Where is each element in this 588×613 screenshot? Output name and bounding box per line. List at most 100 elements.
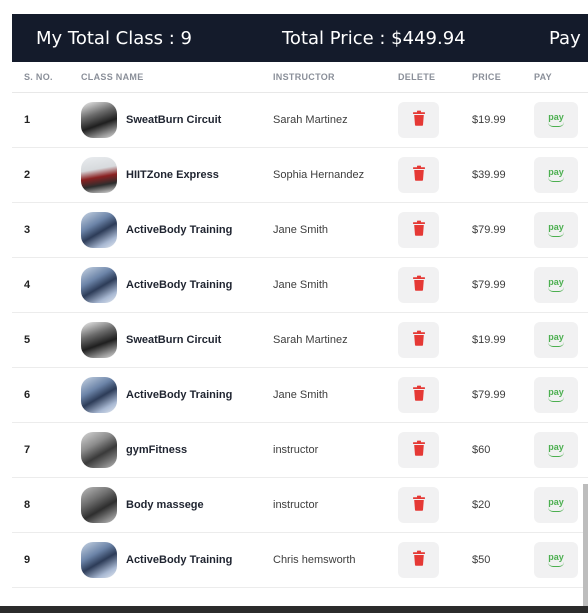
delete-button[interactable]: [398, 432, 439, 468]
trash-icon: [412, 550, 426, 571]
pay-button-text: pay: [548, 332, 564, 342]
pay-button[interactable]: pay: [534, 432, 578, 468]
class-price: $50: [472, 554, 491, 566]
class-thumbnail: [81, 377, 117, 413]
pay-button[interactable]: pay: [534, 322, 578, 358]
class-name: ActiveBody Training: [126, 389, 233, 401]
class-name: Body massege: [126, 499, 204, 511]
row-serial-number: 2: [24, 169, 31, 181]
amazon-pay-icon: pay: [548, 553, 564, 567]
pay-button[interactable]: pay: [534, 377, 578, 413]
trash-icon: [412, 220, 426, 241]
table-row: 3 ActiveBody Training Jane Smith $79.99 pay: [12, 203, 588, 258]
table-row: 8 Body massege instructor $20 pay: [12, 478, 588, 533]
instructor-name: Sophia Hernandez: [273, 169, 365, 181]
row-serial-number: 4: [24, 279, 31, 291]
amazon-pay-icon: pay: [548, 333, 564, 347]
trash-icon: [412, 385, 426, 406]
class-price: $60: [472, 444, 491, 456]
pay-all-button[interactable]: Pay: [549, 28, 581, 49]
class-name: ActiveBody Training: [126, 279, 233, 291]
delete-button[interactable]: [398, 212, 439, 248]
instructor-name: Jane Smith: [273, 279, 329, 291]
trash-icon: [412, 330, 426, 351]
pay-button-text: pay: [548, 387, 564, 397]
pay-button[interactable]: pay: [534, 487, 578, 523]
class-name: gymFitness: [126, 444, 188, 456]
class-price: $79.99: [472, 224, 506, 236]
delete-button[interactable]: [398, 542, 439, 578]
col-price: PRICE: [472, 72, 502, 82]
cart-table: S. NO. CLASS NAME INSTRUCTOR DELETE PRIC…: [12, 62, 588, 588]
scrollbar[interactable]: [583, 484, 588, 606]
class-name: HIITZone Express: [126, 169, 219, 181]
row-serial-number: 7: [24, 444, 31, 456]
instructor-name: instructor: [273, 499, 319, 511]
amazon-pay-icon: pay: [548, 498, 564, 512]
instructor-name: Chris hemsworth: [273, 554, 356, 566]
pay-smile-mark: [548, 507, 564, 512]
table-row: 7 gymFitness instructor $60 pay: [12, 423, 588, 478]
trash-icon: [412, 110, 426, 131]
pay-button[interactable]: pay: [534, 267, 578, 303]
class-price: $19.99: [472, 114, 506, 126]
trash-icon: [412, 275, 426, 296]
delete-button[interactable]: [398, 102, 439, 138]
pay-button[interactable]: pay: [534, 542, 578, 578]
instructor-name: instructor: [273, 444, 319, 456]
table-row: 6 ActiveBody Training Jane Smith $79.99 pay: [12, 368, 588, 423]
amazon-pay-icon: pay: [548, 388, 564, 402]
pay-button-text: pay: [548, 277, 564, 287]
pay-button-text: pay: [548, 552, 564, 562]
class-price: $19.99: [472, 334, 506, 346]
table-header: S. NO. CLASS NAME INSTRUCTOR DELETE PRIC…: [12, 62, 588, 93]
table-row: 4 ActiveBody Training Jane Smith $79.99 pay: [12, 258, 588, 313]
pay-smile-mark: [548, 177, 564, 182]
trash-icon: [412, 495, 426, 516]
row-serial-number: 6: [24, 389, 31, 401]
delete-button[interactable]: [398, 377, 439, 413]
class-price: $39.99: [472, 169, 506, 181]
col-sno: S. NO.: [24, 72, 53, 82]
trash-icon: [412, 440, 426, 461]
col-delete: DELETE: [398, 72, 436, 82]
delete-button[interactable]: [398, 157, 439, 193]
row-serial-number: 3: [24, 224, 31, 236]
pay-button[interactable]: pay: [534, 212, 578, 248]
delete-button[interactable]: [398, 487, 439, 523]
pay-smile-mark: [548, 287, 564, 292]
delete-button[interactable]: [398, 322, 439, 358]
amazon-pay-icon: pay: [548, 278, 564, 292]
table-row: 9 ActiveBody Training Chris hemsworth $50 pa…: [12, 533, 588, 588]
trash-icon: [412, 165, 426, 186]
pay-button-text: pay: [548, 112, 564, 122]
pay-button-text: pay: [548, 442, 564, 452]
pay-button[interactable]: pay: [534, 157, 578, 193]
amazon-pay-icon: pay: [548, 168, 564, 182]
class-price: $79.99: [472, 389, 506, 401]
class-name: SweatBurn Circuit: [126, 114, 222, 126]
class-thumbnail: [81, 487, 117, 523]
col-pay: PAY: [534, 72, 552, 82]
delete-button[interactable]: [398, 267, 439, 303]
summary-header: My Total Class : 9 Total Price : $449.94…: [12, 14, 588, 62]
col-class-name: CLASS NAME: [81, 72, 144, 82]
taskbar: [0, 606, 588, 613]
row-serial-number: 1: [24, 114, 31, 126]
class-name: ActiveBody Training: [126, 554, 233, 566]
pay-smile-mark: [548, 342, 564, 347]
pay-smile-mark: [548, 232, 564, 237]
total-price: Total Price : $449.94: [282, 28, 466, 49]
pay-button-text: pay: [548, 167, 564, 177]
table-row: 5 SweatBurn Circuit Sarah Martinez $19.99 pa…: [12, 313, 588, 368]
class-thumbnail: [81, 102, 117, 138]
class-thumbnail: [81, 267, 117, 303]
instructor-name: Jane Smith: [273, 389, 329, 401]
class-thumbnail: [81, 212, 117, 248]
pay-smile-mark: [548, 122, 564, 127]
pay-smile-mark: [548, 562, 564, 567]
pay-button-text: pay: [548, 222, 564, 232]
row-serial-number: 9: [24, 554, 31, 566]
pay-button[interactable]: pay: [534, 102, 578, 138]
pay-button-text: pay: [548, 497, 564, 507]
